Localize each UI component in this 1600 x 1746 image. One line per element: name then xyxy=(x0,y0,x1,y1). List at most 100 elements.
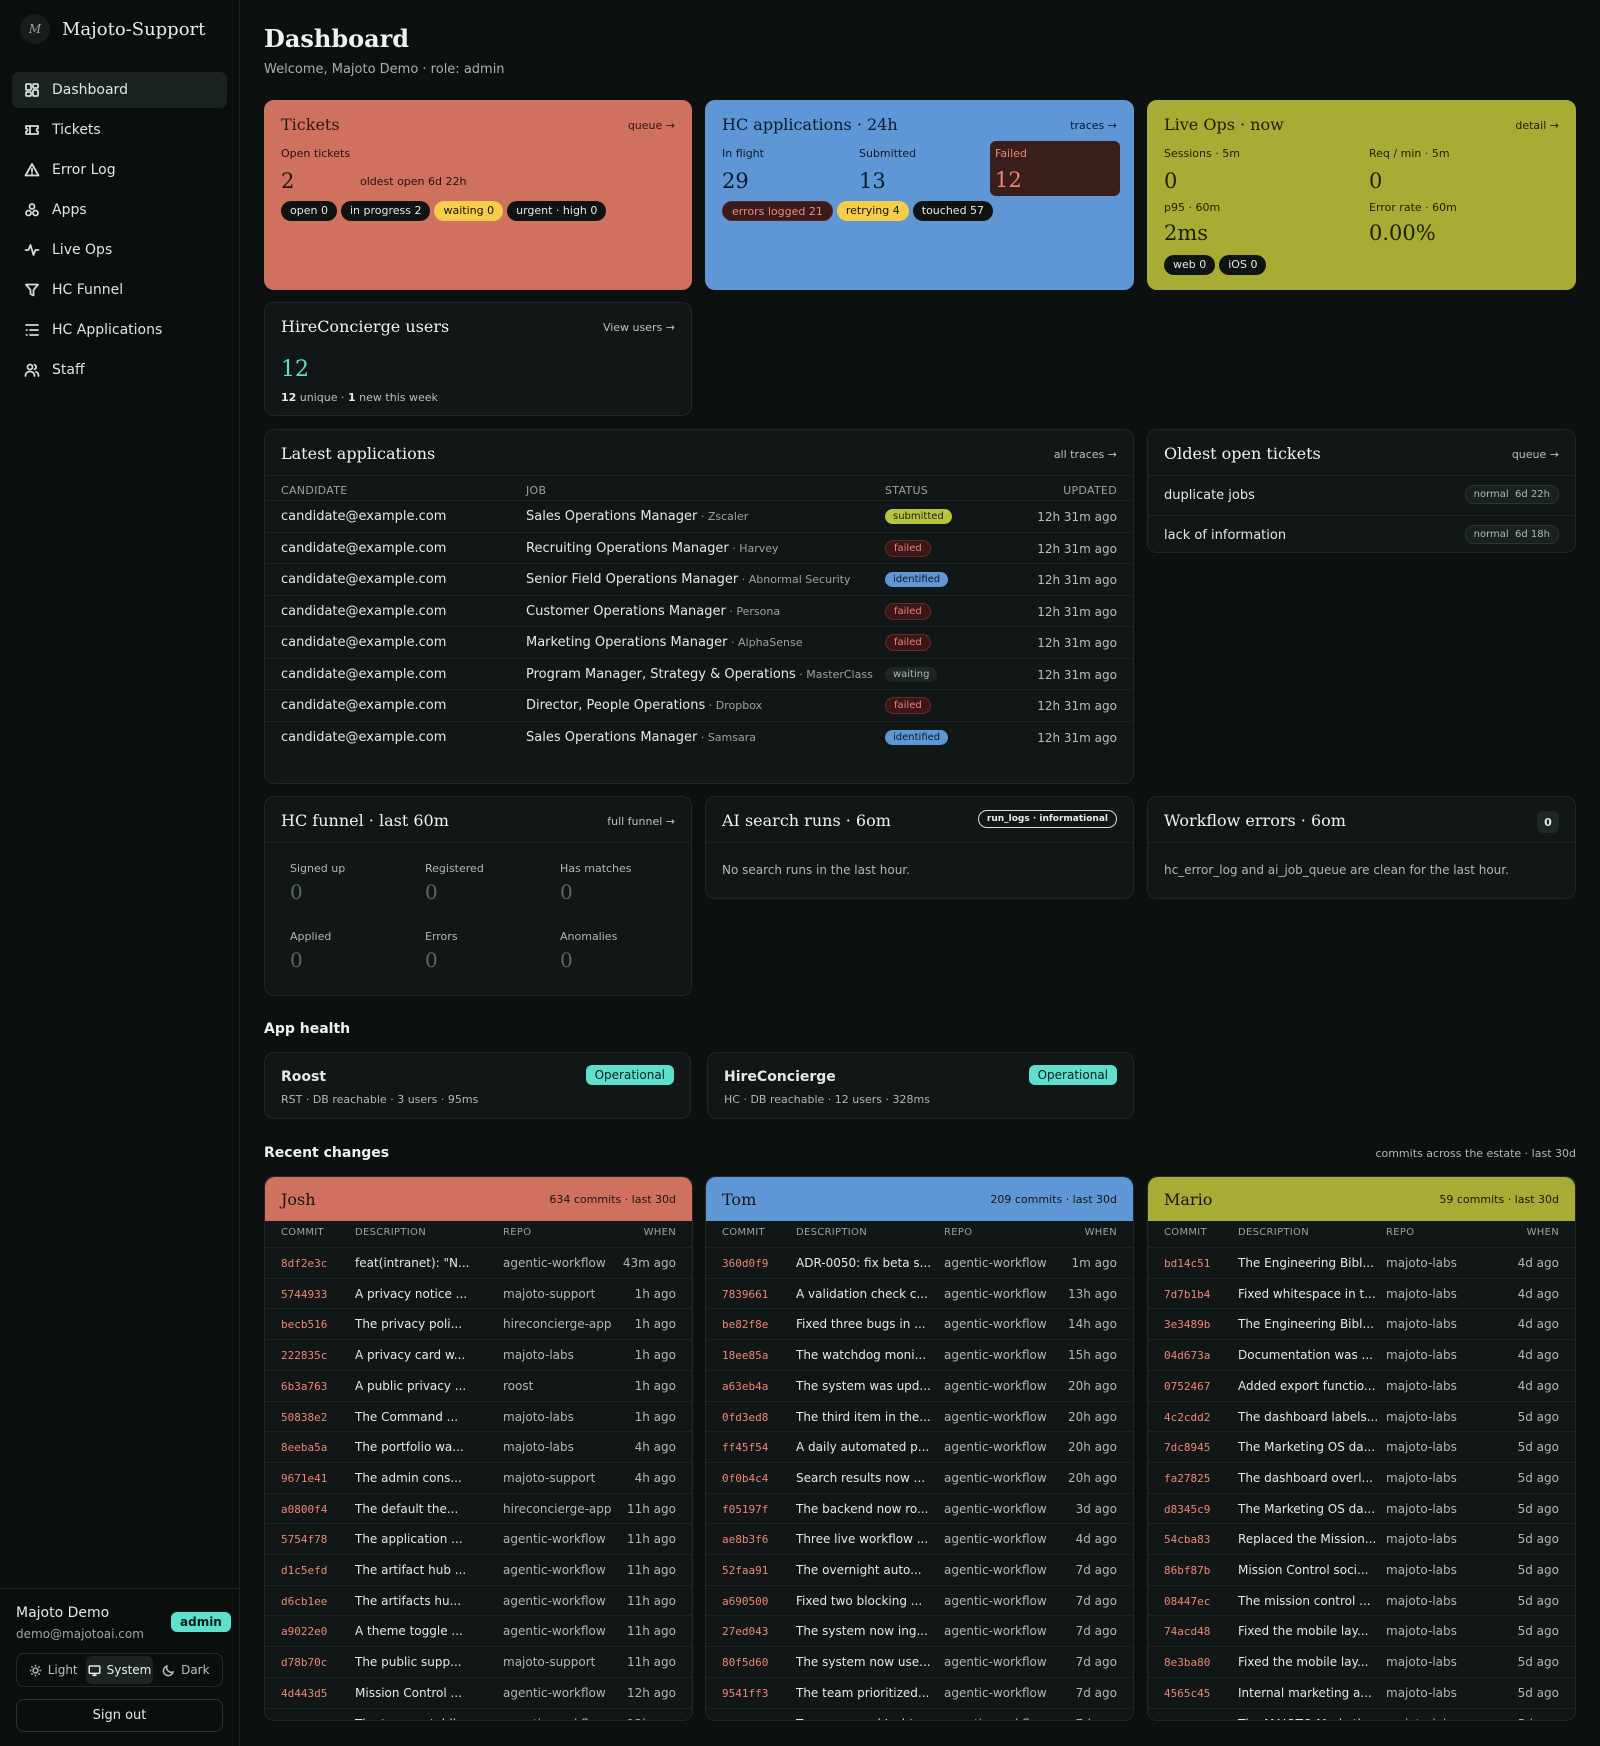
commit-row[interactable]: 9541ff3 The team prioritized... agentic-wo… xyxy=(706,1676,1133,1708)
commit-row[interactable]: ae8b3f6 Three live workflow ... agentic-wo… xyxy=(706,1523,1133,1554)
commit-when: 20h ago xyxy=(1067,1440,1117,1455)
ticket-row[interactable]: lack of information normal 6d 18h xyxy=(1148,515,1575,555)
commit-row[interactable]: 74acd48 Fixed the mobile lay... majoto-lab… xyxy=(1148,1615,1575,1646)
commit-description: The Engineering Bibl... xyxy=(1238,1256,1374,1270)
commit-row[interactable]: 4c2cdd2 The dashboard labels... majoto-lab… xyxy=(1148,1400,1575,1432)
theme-light-button[interactable]: Light xyxy=(20,1656,86,1684)
commit-row[interactable]: 86bf87b Mission Control soci... majoto-lab… xyxy=(1148,1554,1575,1585)
commit-row[interactable]: 18ee85a The watchdog moni... agentic-workf… xyxy=(706,1339,1133,1370)
all-traces-link[interactable]: all traces → xyxy=(1054,448,1117,461)
commit-hash: 0fd3ed8 xyxy=(722,1410,769,1424)
commit-row[interactable]: 54cba83 Replaced the Mission... majoto-lab… xyxy=(1148,1523,1575,1554)
commit-repo: agentic-workflow xyxy=(944,1532,1047,1547)
commit-row[interactable]: 9671e41 The admin cons... majoto-support 4h… xyxy=(265,1461,692,1493)
hc-funnel-card: HC funnel · last 60m full funnel → Signe… xyxy=(264,796,692,996)
commit-row[interactable]: 52faa91 The overnight auto... agentic-work… xyxy=(706,1554,1133,1585)
card-title: Oldest open tickets xyxy=(1164,444,1321,463)
commit-row[interactable]: 360d0f9 ADR-0050: fix beta s... agentic-wo… xyxy=(706,1247,1133,1278)
theme-dark-button[interactable]: Dark xyxy=(153,1656,219,1684)
brand[interactable]: M Majoto-Support xyxy=(20,12,205,46)
commit-row[interactable]: 41ed2f0 The MAJOTO Marketi... majoto-labs 5… xyxy=(1148,1707,1575,1720)
commit-row[interactable]: 7839661 A validation check c... agentic-wo… xyxy=(706,1277,1133,1309)
commit-row[interactable]: f05197f The backend now ro... agentic-work… xyxy=(706,1492,1133,1524)
nav-item-tickets[interactable]: Tickets xyxy=(12,112,227,148)
commit-row[interactable]: 27ed043 The system now ing... agentic-work… xyxy=(706,1615,1133,1646)
nav-item-error-log[interactable]: Error Log xyxy=(12,152,227,188)
status-badge: failed xyxy=(885,539,931,557)
commit-row[interactable]: d6cb1ee The artifacts hu... agentic-workfl… xyxy=(265,1584,692,1616)
nav-item-apps[interactable]: Apps xyxy=(12,192,227,228)
commit-hash: 86bf87b xyxy=(1164,1564,1211,1577)
commit-row[interactable]: 1fe5030 The team establi... agentic-workfl… xyxy=(265,1707,692,1720)
application-row[interactable]: candidate@example.com Senior Field Operat… xyxy=(265,563,1133,594)
commit-row[interactable]: be82f8e Fixed three bugs in ... agentic-wo… xyxy=(706,1308,1133,1339)
application-row[interactable]: candidate@example.com Recruiting Operatio… xyxy=(265,531,1133,563)
updated-time: 12h 31m ago xyxy=(1037,699,1117,713)
commit-row[interactable]: 4d443d5 Mission Control ... agentic-workfl… xyxy=(265,1676,692,1708)
commit-row[interactable]: 80f5d60 The system now use... agentic-work… xyxy=(706,1646,1133,1677)
nav-item-hc-applications[interactable]: HC Applications xyxy=(12,312,227,348)
ticket-row[interactable]: duplicate jobs normal 6d 22h xyxy=(1148,475,1575,515)
commit-row[interactable]: a690500 Fixed two blocking ... agentic-wor… xyxy=(706,1584,1133,1616)
commit-row[interactable]: 5754f78 The application ... agentic-workfl… xyxy=(265,1523,692,1554)
commit-row[interactable]: a9022e0 A theme toggle ... agentic-workflo… xyxy=(265,1615,692,1646)
submitted-label: Submitted xyxy=(859,147,917,160)
commit-row[interactable]: 50838e2 The Command ... majoto-labs 1h ago xyxy=(265,1400,692,1432)
nav-item-live-ops[interactable]: Live Ops xyxy=(12,232,227,268)
theme-system-button[interactable]: System xyxy=(86,1656,153,1684)
commit-row[interactable]: bd14c51 The Engineering Bibl... majoto-lab… xyxy=(1148,1247,1575,1278)
oldest-queue-link[interactable]: queue → xyxy=(1512,448,1559,461)
commit-row[interactable]: 0752467 Added export functio... majoto-lab… xyxy=(1148,1369,1575,1401)
commit-row[interactable]: 3e3489b The Engineering Bibl... majoto-lab… xyxy=(1148,1308,1575,1339)
commit-row[interactable]: becb516 The privacy poli... hireconcierge-… xyxy=(265,1308,692,1339)
commit-when: 5d ago xyxy=(1517,1563,1559,1577)
full-funnel-link[interactable]: full funnel → xyxy=(607,815,675,828)
application-row[interactable]: candidate@example.com Marketing Operation… xyxy=(265,626,1133,657)
commit-row[interactable]: 8df2e3c feat(intranet): "N... agentic-work… xyxy=(265,1247,692,1278)
commit-row[interactable]: 5744933 A privacy notice ... majoto-suppor… xyxy=(265,1277,692,1309)
commit-when: 15h ago xyxy=(1067,1348,1117,1363)
nav-item-dashboard[interactable]: Dashboard xyxy=(12,72,227,108)
application-row[interactable]: candidate@example.com Program Manager, St… xyxy=(265,657,1133,689)
application-row[interactable]: candidate@example.com Customer Operations… xyxy=(265,594,1133,626)
hc-traces-link[interactable]: traces → xyxy=(1070,119,1117,132)
commit-row[interactable]: 0fd3ed8 The third item in the... agentic-w… xyxy=(706,1400,1133,1432)
commit-row[interactable]: 6b3a763 A public privacy ... roost 1h ago xyxy=(265,1369,692,1401)
app-health-roost[interactable]: Roost Operational RST · DB reachable · 3… xyxy=(264,1052,691,1119)
app-meta: HC · DB reachable · 12 users · 328ms xyxy=(724,1093,930,1106)
grid-icon xyxy=(25,83,39,97)
commit-row[interactable]: 8eeba5a The portfolio wa... majoto-labs 4h … xyxy=(265,1431,692,1462)
commit-row[interactable]: e606f0c Tom approved Josh'... agentic-work… xyxy=(706,1707,1133,1720)
nav-item-hc-funnel[interactable]: HC Funnel xyxy=(12,272,227,308)
commit-when: 3d ago xyxy=(1075,1501,1117,1516)
commit-row[interactable]: 8e3ba80 Fixed the mobile lay... majoto-lab… xyxy=(1148,1646,1575,1677)
tickets-queue-link[interactable]: queue → xyxy=(628,119,675,132)
commit-row[interactable]: 04d673a Documentation was ... majoto-labs 4… xyxy=(1148,1339,1575,1370)
commit-row[interactable]: ff45f54 A daily automated p... agentic-wor… xyxy=(706,1431,1133,1462)
status-badge: waiting xyxy=(885,666,938,682)
application-row[interactable]: candidate@example.com Director, People Op… xyxy=(265,689,1133,720)
app-health-hireconcierge[interactable]: HireConcierge Operational HC · DB reacha… xyxy=(707,1052,1134,1119)
commit-row[interactable]: 222835c A privacy card w... majoto-labs 1h … xyxy=(265,1339,692,1370)
commit-row[interactable]: 4565c45 Internal marketing a... majoto-lab… xyxy=(1148,1676,1575,1708)
commit-row[interactable]: d8345c9 The Marketing OS da... majoto-labs… xyxy=(1148,1492,1575,1524)
commit-row[interactable]: 7d7b1b4 Fixed whitespace in t... majoto-la… xyxy=(1148,1277,1575,1309)
commit-row[interactable]: a63eb4a The system was upd... agentic-work… xyxy=(706,1369,1133,1401)
live-ops-detail-link[interactable]: detail → xyxy=(1515,119,1559,132)
theme-toggle: Light System Dark xyxy=(16,1653,223,1687)
commit-row[interactable]: d1c5efd The artifact hub ... agentic-workf… xyxy=(265,1554,692,1585)
application-row[interactable]: candidate@example.com Sales Operations Ma… xyxy=(265,720,1133,752)
application-row[interactable]: candidate@example.com Sales Operations Ma… xyxy=(265,500,1133,531)
commit-row[interactable]: fa27825 The dashboard overl... majoto-labs… xyxy=(1148,1461,1575,1493)
commit-row[interactable]: a0800f4 The default the... hireconcierge-a… xyxy=(265,1492,692,1524)
commit-row[interactable]: 0f0b4c4 Search results now ... agentic-wor… xyxy=(706,1461,1133,1493)
sign-out-button[interactable]: Sign out xyxy=(16,1699,223,1732)
commit-row[interactable]: d78b70c The public supp... majoto-support 1… xyxy=(265,1646,692,1677)
commit-when: 7d ago xyxy=(1075,1563,1117,1577)
commit-row[interactable]: 7dc8945 The Marketing OS da... majoto-labs… xyxy=(1148,1431,1575,1462)
view-users-link[interactable]: View users → xyxy=(603,321,675,334)
sidebar-user-panel: Majoto Demo demo@majotoai.com admin Ligh… xyxy=(0,1588,240,1746)
commit-row[interactable]: 08447ec The mission control ... majoto-lab… xyxy=(1148,1584,1575,1616)
nav-item-staff[interactable]: Staff xyxy=(12,352,227,388)
commit-repo: majoto-labs xyxy=(503,1440,574,1455)
